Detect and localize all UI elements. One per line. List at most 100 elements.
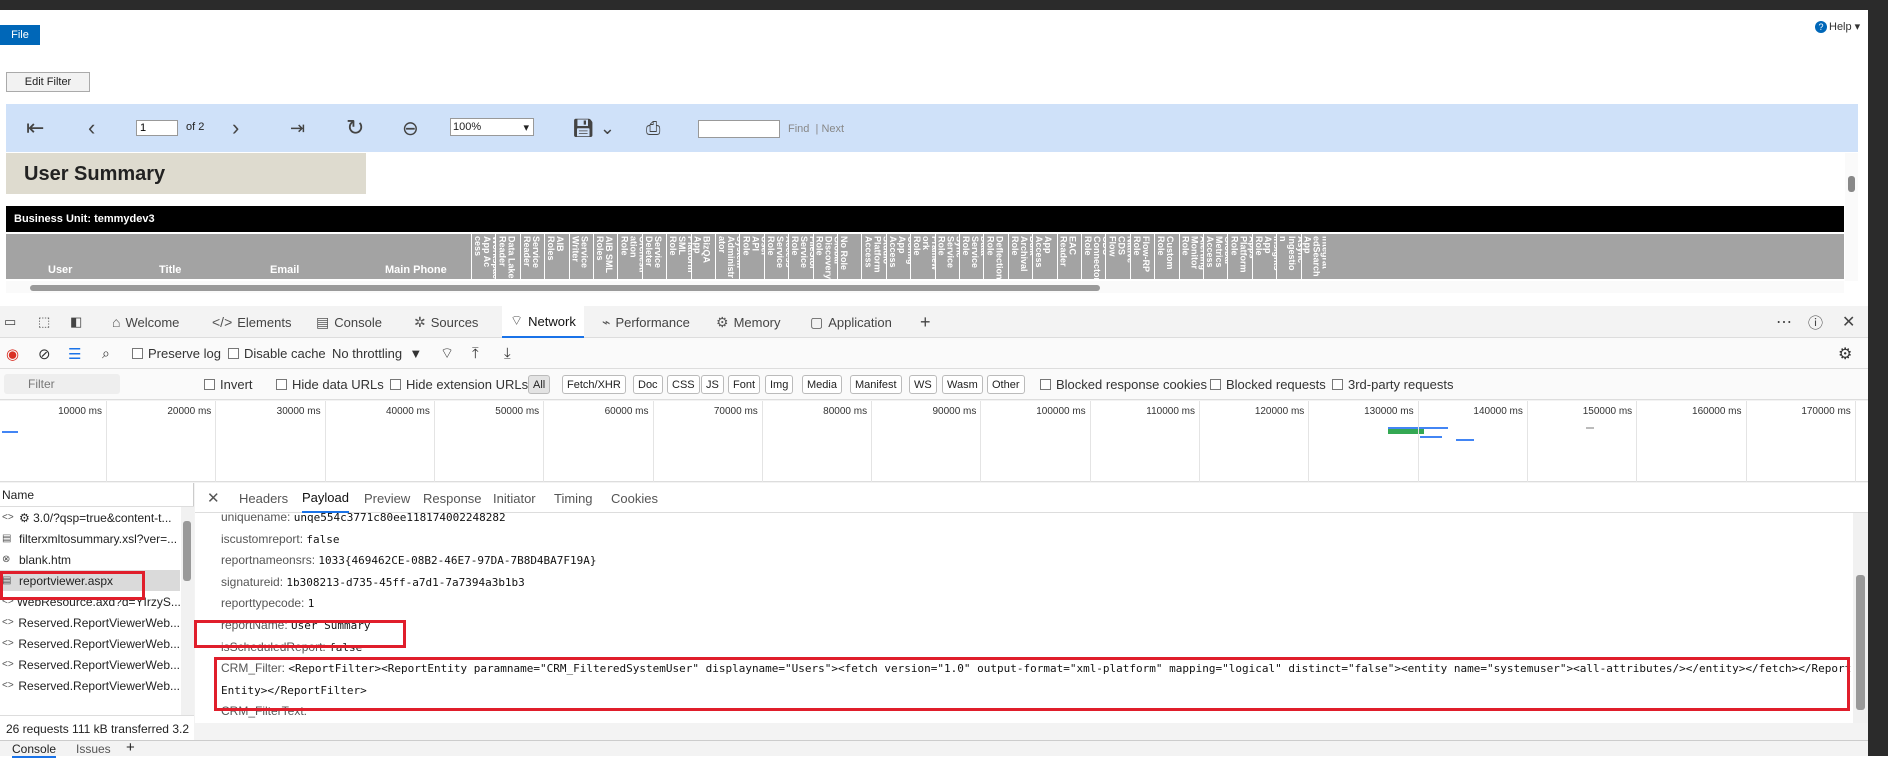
find-input[interactable]: [698, 120, 780, 138]
tab-response[interactable]: Response: [423, 483, 482, 513]
print-icon[interactable]: ⎙: [646, 104, 660, 152]
tab-application[interactable]: ▢ Application: [810, 306, 892, 338]
edit-filter-button[interactable]: Edit Filter: [6, 72, 90, 92]
device-emulation-icon[interactable]: ▭: [4, 306, 16, 338]
timeline-label: 90000 ms: [932, 406, 977, 417]
download-icon[interactable]: ⤓: [504, 338, 511, 369]
network-conditions-icon[interactable]: ⌔: [440, 338, 454, 369]
add-drawer-tab-icon[interactable]: +: [126, 739, 135, 756]
request-name: Reserved.ReportViewerWeb...: [18, 615, 180, 630]
back-to-parent-icon[interactable]: ⊖: [402, 104, 419, 152]
role-column: App Deploy ment Orchestr ation Role: [617, 234, 642, 279]
role-column-label: AIB SML Roles: [595, 236, 614, 273]
refresh-icon[interactable]: ↻: [346, 104, 364, 152]
next-page-icon[interactable]: ›: [232, 104, 239, 152]
tab-elements[interactable]: </> Elements: [212, 306, 291, 338]
tab-payload[interactable]: Payload: [302, 483, 349, 513]
network-toolbar: ◉ ⊘ ☰ ⌕ Preserve log Disable cache No th…: [0, 338, 1868, 369]
settings-gear-icon[interactable]: ⚙: [1838, 338, 1852, 369]
tab-memory[interactable]: ⚙ Memory: [716, 306, 781, 338]
network-timeline-overview[interactable]: 10000 ms 20000 ms 30000 ms 40000 ms 50000 ms…: [0, 401, 1868, 482]
help-menu[interactable]: ? Help ▾: [1815, 20, 1860, 33]
clear-icon[interactable]: ⊘: [38, 338, 51, 369]
filter-icon[interactable]: ☰: [68, 338, 81, 369]
request-row[interactable]: <> Reserved.ReportViewerWeb...: [0, 633, 180, 654]
preserve-log-checkbox[interactable]: Preserve log: [132, 338, 221, 369]
type-filter-wasm[interactable]: Wasm: [942, 375, 983, 394]
blocked-response-cookies-checkbox[interactable]: Blocked response cookies: [1040, 369, 1207, 400]
record-icon[interactable]: ◉: [6, 338, 19, 369]
type-filter-other[interactable]: Other: [987, 375, 1025, 394]
request-row[interactable]: ▤ filterxmltosummary.xsl?ver=...: [0, 528, 180, 549]
last-page-icon[interactable]: ⇥: [290, 104, 305, 152]
tab-timing[interactable]: Timing: [554, 483, 593, 513]
next-link[interactable]: Next: [821, 123, 844, 135]
dock-icon[interactable]: ◧: [70, 306, 82, 338]
first-page-icon[interactable]: ⇤: [26, 104, 44, 152]
tab-initiator[interactable]: Initiator: [493, 483, 536, 513]
close-devtools-icon[interactable]: ✕: [1842, 306, 1855, 338]
tab-welcome[interactable]: ⌂ Welcome: [112, 306, 179, 338]
help-circle-icon[interactable]: ⓘ: [1808, 306, 1823, 338]
report-vertical-scroll-thumb[interactable]: [1848, 176, 1855, 192]
third-party-requests-checkbox[interactable]: 3rd-party requests: [1332, 369, 1454, 400]
report-vertical-scrollbar[interactable]: [1845, 153, 1858, 281]
invert-checkbox[interactable]: Invert: [204, 369, 253, 400]
filter-input[interactable]: Filter: [4, 374, 120, 394]
tab-console[interactable]: ▤ Console: [316, 306, 382, 338]
type-filter-css[interactable]: CSS: [667, 375, 700, 394]
timeline-label: 40000 ms: [385, 406, 430, 417]
type-filter-fetch-xhr[interactable]: Fetch/XHR: [562, 375, 626, 394]
payload-scroll-thumb[interactable]: [1856, 575, 1865, 710]
checkbox[interactable]: [132, 348, 143, 359]
name-column-header[interactable]: Name: [0, 483, 194, 507]
disable-cache-checkbox[interactable]: Disable cache: [228, 338, 326, 369]
throttling-select[interactable]: No throttling ▼: [332, 338, 422, 369]
role-column-label: Data Lake Workspace App Ac cess: [473, 236, 496, 279]
hide-extension-urls-checkbox[interactable]: Hide extension URLs: [390, 369, 528, 400]
request-row[interactable]: <> Reserved.ReportViewerWeb...: [0, 612, 180, 633]
tab-network[interactable]: ⌔ Network: [502, 306, 584, 338]
type-filter-img[interactable]: Img: [765, 375, 794, 394]
page-number-input[interactable]: [136, 120, 178, 136]
request-row[interactable]: <> ⚙ 3.0/?qsp=true&content-t...: [0, 507, 180, 528]
inspect-icon[interactable]: ⬚: [38, 306, 50, 338]
file-menu-button[interactable]: File: [0, 25, 40, 45]
request-row[interactable]: ⊗ blank.htm: [0, 549, 180, 570]
request-list-scroll-thumb[interactable]: [183, 521, 191, 581]
add-tab-icon[interactable]: +: [920, 306, 931, 338]
tab-performance[interactable]: ⌁ Performance: [602, 306, 690, 338]
role-column: Sync Framew ork Role: [910, 234, 935, 279]
tab-sources[interactable]: ✲ Sources: [414, 306, 478, 338]
zoom-select[interactable]: 100% ▾: [450, 118, 534, 136]
role-column: Global Discovery Role: [812, 234, 838, 279]
timeline-label: 170000 ms: [1801, 406, 1851, 417]
tab-cookies[interactable]: Cookies: [611, 483, 658, 513]
hide-data-urls-checkbox[interactable]: Hide data URLs: [276, 369, 384, 400]
drawer-tab-issues[interactable]: Issues: [76, 742, 111, 756]
chevron-down-icon: ▾: [523, 121, 529, 134]
type-filter-js[interactable]: JS: [701, 375, 724, 394]
type-filter-all[interactable]: All: [528, 375, 551, 394]
close-detail-icon[interactable]: ✕: [207, 483, 220, 513]
type-filter-ws[interactable]: WS: [909, 375, 937, 394]
request-type-icon: ⊗: [2, 554, 11, 565]
request-row[interactable]: <> Reserved.ReportViewerWeb...: [0, 675, 180, 696]
type-filter-font[interactable]: Font: [728, 375, 761, 394]
search-icon[interactable]: ⌕: [102, 338, 110, 369]
save-export-icon[interactable]: 💾︎ ⌄: [572, 104, 615, 152]
tab-preview[interactable]: Preview: [364, 483, 410, 513]
upload-icon[interactable]: ⤒: [472, 338, 479, 369]
type-filter-doc[interactable]: Doc: [633, 375, 663, 394]
role-column: EAC Reader: [1056, 234, 1082, 279]
previous-page-icon[interactable]: ‹: [88, 104, 95, 152]
tab-headers[interactable]: Headers: [239, 483, 288, 513]
more-options-icon[interactable]: ⋯: [1776, 306, 1792, 338]
type-filter-manifest[interactable]: Manifest: [850, 375, 902, 394]
blocked-requests-checkbox[interactable]: Blocked requests: [1210, 369, 1326, 400]
type-filter-media[interactable]: Media: [802, 375, 842, 394]
report-horizontal-scroll-thumb[interactable]: [30, 285, 1100, 291]
checkbox[interactable]: [228, 348, 239, 359]
find-link[interactable]: Find | Next: [788, 123, 844, 135]
request-row[interactable]: <> Reserved.ReportViewerWeb...: [0, 654, 180, 675]
